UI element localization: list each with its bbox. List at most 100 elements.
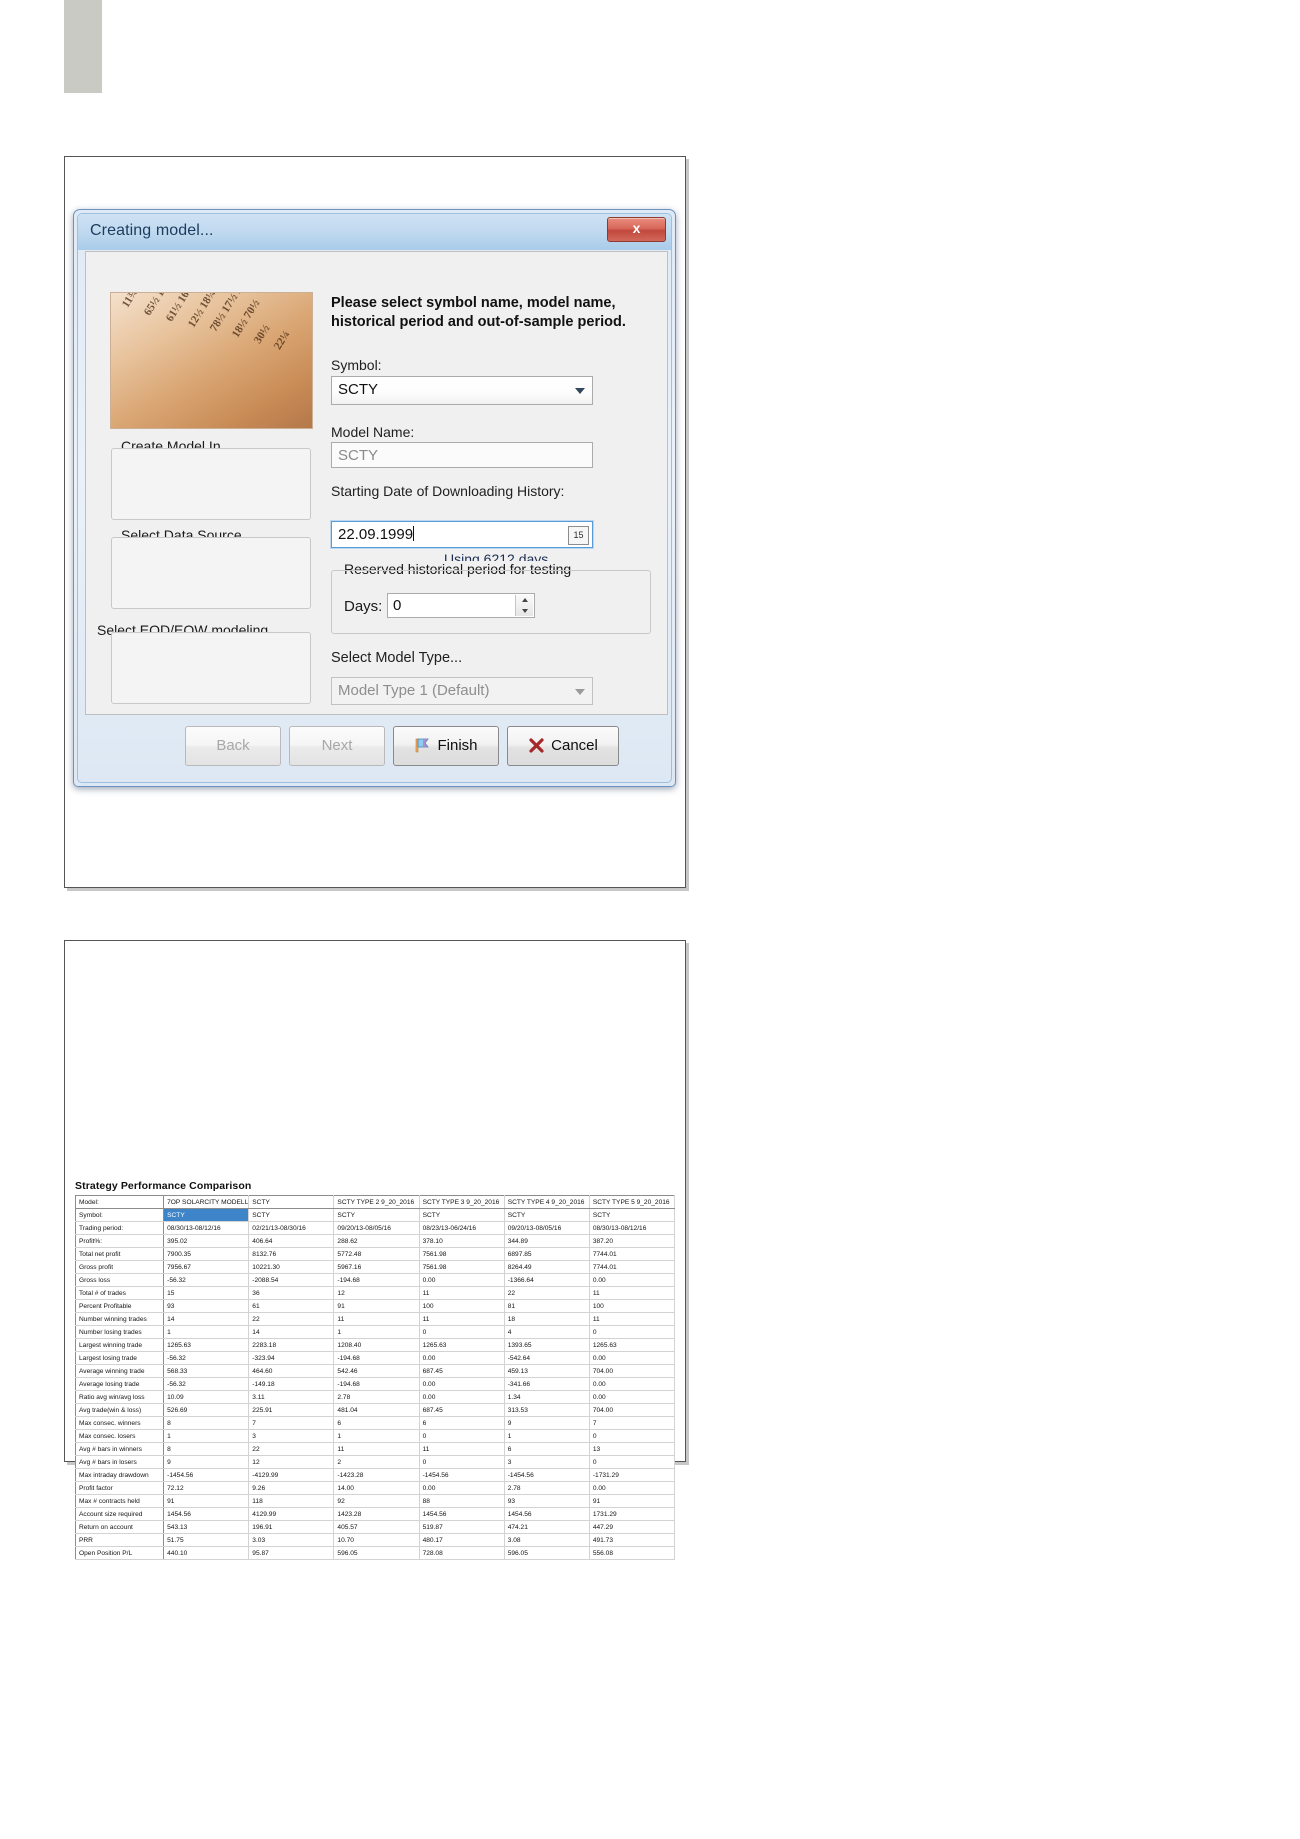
table-cell[interactable]: 91 [588,1494,676,1508]
table-cell[interactable]: 0.00 [588,1351,676,1365]
table-cell[interactable]: -194.68 [333,1377,420,1391]
table-cell[interactable]: 447.29 [588,1520,676,1534]
table-cell[interactable]: 7561.98 [418,1247,505,1261]
table-cell[interactable]: 1265.63 [588,1338,676,1352]
table-cell[interactable]: 8 [163,1416,250,1430]
table-cell[interactable]: -323.94 [248,1351,335,1365]
table-cell[interactable]: -1423.28 [333,1468,420,1482]
table-cell[interactable]: 4129.99 [248,1507,335,1521]
model-type-combobox[interactable]: Model Type 1 (Default) [331,677,593,705]
table-cell[interactable]: 8132.76 [248,1247,335,1261]
start-date-input[interactable]: 22.09.1999 15 [330,520,594,549]
table-cell[interactable]: -2088.54 [248,1273,335,1287]
table-cell[interactable]: SCTY [248,1208,335,1222]
table-cell[interactable]: 100 [418,1299,505,1313]
table-cell[interactable]: 0 [588,1429,676,1443]
table-cell[interactable]: 1454.56 [163,1507,250,1521]
table-cell[interactable]: 09/20/13-08/05/16 [503,1221,590,1235]
table-cell[interactable]: 11 [418,1312,505,1326]
table-cell[interactable]: 405.57 [333,1520,420,1534]
table-cell[interactable]: 0.00 [588,1273,676,1287]
table-cell[interactable]: 11 [333,1312,420,1326]
table-cell[interactable]: 1454.56 [503,1507,590,1521]
table-cell[interactable]: 1 [503,1429,590,1443]
table-cell[interactable]: 3 [248,1429,335,1443]
table-cell[interactable]: 440.10 [163,1546,250,1560]
table-cell[interactable]: 596.05 [333,1546,420,1560]
table-cell[interactable]: 1265.63 [418,1338,505,1352]
table-cell[interactable]: 100 [588,1299,676,1313]
table-cell[interactable]: 18 [503,1312,590,1326]
table-cell[interactable]: 480.17 [418,1533,505,1547]
table-cell[interactable]: -542.64 [503,1351,590,1365]
table-cell[interactable]: 72.12 [163,1481,250,1495]
table-cell[interactable]: 95.87 [248,1546,335,1560]
table-cell[interactable]: 13 [588,1442,676,1456]
table-cell[interactable]: -194.68 [333,1273,420,1287]
table-cell[interactable]: 1 [333,1429,420,1443]
table-cell[interactable]: 15 [163,1286,250,1300]
table-cell[interactable]: 313.53 [503,1403,590,1417]
table-cell[interactable]: 1731.29 [588,1507,676,1521]
table-cell[interactable]: 481.04 [333,1403,420,1417]
table-cell[interactable]: 7956.67 [163,1260,250,1274]
table-cell[interactable]: SCTY [503,1208,590,1222]
table-cell[interactable]: 08/23/13-06/24/16 [418,1221,505,1235]
table-cell[interactable]: -4129.99 [248,1468,335,1482]
table-cell[interactable]: 09/20/13-08/05/16 [333,1221,420,1235]
table-cell[interactable]: -1731.29 [588,1468,676,1482]
spinner-down-icon[interactable] [516,606,533,617]
table-cell[interactable]: 11 [418,1442,505,1456]
table-cell[interactable]: 11 [588,1312,676,1326]
table-cell[interactable]: 704.00 [588,1364,676,1378]
table-cell[interactable]: 7900.35 [163,1247,250,1261]
table-cell[interactable]: 6 [333,1416,420,1430]
table-cell[interactable]: 1393.65 [503,1338,590,1352]
table-cell[interactable]: 0 [588,1325,676,1339]
table-cell[interactable]: 08/30/13-08/12/16 [163,1221,250,1235]
table-cell[interactable]: 344.89 [503,1234,590,1248]
table-cell[interactable]: 93 [163,1299,250,1313]
finish-button[interactable]: Finish [393,726,499,766]
table-cell[interactable]: 491.73 [588,1533,676,1547]
table-cell[interactable]: -56.32 [163,1377,250,1391]
table-cell[interactable]: 0.00 [418,1351,505,1365]
table-cell[interactable]: 6897.85 [503,1247,590,1261]
table-cell[interactable]: 0.00 [418,1481,505,1495]
table-cell[interactable]: 687.45 [418,1364,505,1378]
symbol-combobox[interactable]: SCTY [331,376,593,405]
table-cell[interactable]: 2283.18 [248,1338,335,1352]
table-cell[interactable]: 14 [163,1312,250,1326]
table-cell[interactable]: SCTY [588,1208,676,1222]
table-cell[interactable]: 9.26 [248,1481,335,1495]
table-cell[interactable]: 11 [333,1442,420,1456]
table-cell[interactable]: 542.46 [333,1364,420,1378]
create-model-in-panel[interactable] [111,448,311,520]
table-cell[interactable]: 519.87 [418,1520,505,1534]
table-cell[interactable]: 0.00 [418,1390,505,1404]
table-cell[interactable]: 395.02 [163,1234,250,1248]
table-cell[interactable]: 0 [588,1455,676,1469]
table-cell[interactable]: 91 [163,1494,250,1508]
table-cell[interactable]: 704.00 [588,1403,676,1417]
table-cell[interactable]: 10221.30 [248,1260,335,1274]
table-cell[interactable]: 1454.56 [418,1507,505,1521]
table-cell[interactable]: 22 [503,1286,590,1300]
table-cell[interactable]: 2 [333,1455,420,1469]
spinner-up-icon[interactable] [516,595,533,606]
table-cell[interactable]: 12 [333,1286,420,1300]
table-cell[interactable]: 7744.01 [588,1260,676,1274]
table-cell[interactable]: 0.00 [588,1390,676,1404]
table-cell[interactable]: 14.00 [333,1481,420,1495]
select-eod-eow-panel[interactable] [111,632,311,704]
table-cell[interactable]: 1423.28 [333,1507,420,1521]
table-cell[interactable]: 556.08 [588,1546,676,1560]
table-cell[interactable]: -56.32 [163,1273,250,1287]
table-cell[interactable]: 12 [248,1455,335,1469]
days-stepper[interactable]: 0 [387,593,535,618]
table-cell[interactable]: 1.34 [503,1390,590,1404]
table-cell[interactable]: 1265.63 [163,1338,250,1352]
table-cell[interactable]: -56.32 [163,1351,250,1365]
table-cell[interactable]: 1 [163,1429,250,1443]
table-cell[interactable]: 288.62 [333,1234,420,1248]
